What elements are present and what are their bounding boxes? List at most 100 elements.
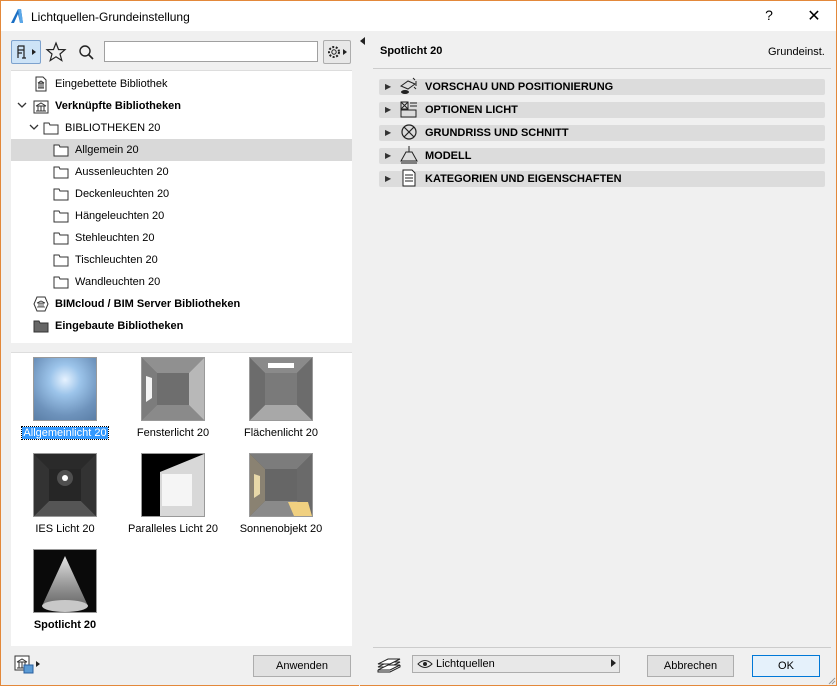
- tree-item-label: Eingebaute Bibliotheken: [55, 320, 184, 332]
- section-floor-plan-section[interactable]: ▶ GRUNDRISS UND SCHNITT: [379, 124, 825, 141]
- categories-properties-icon: [402, 169, 416, 187]
- library-tree-icon: [17, 45, 36, 59]
- thumbnail-image: [249, 357, 313, 421]
- library-view-button[interactable]: [11, 40, 41, 64]
- section-label: OPTIONEN LICHT: [425, 104, 518, 116]
- chevron-down-icon[interactable]: [29, 122, 39, 132]
- close-button[interactable]: ✕: [804, 6, 824, 26]
- thumbnail-label: Allgemeinlicht 20: [21, 426, 109, 440]
- thumbnail-image: [141, 453, 205, 517]
- section-categories-properties[interactable]: ▶ KATEGORIEN UND EIGENSCHAFTEN: [379, 169, 825, 187]
- floor-plan-section-icon: [401, 124, 417, 140]
- selected-object-title: Spotlicht 20: [380, 45, 443, 57]
- tree-item-label: Eingebettete Bibliothek: [55, 78, 168, 90]
- tree-item-tischleuchten-20[interactable]: Tischleuchten 20: [11, 249, 352, 271]
- tree-item-deckenleuchten-20[interactable]: Deckenleuchten 20: [11, 183, 352, 205]
- tree-item-label: Allgemein 20: [75, 144, 139, 156]
- tree-item-label: BIBLIOTHEKEN 20: [65, 122, 161, 134]
- library-toolbar: [11, 40, 352, 65]
- folder-icon: [53, 166, 69, 179]
- folder-icon: [53, 210, 69, 223]
- thumbnail-image: [33, 357, 97, 421]
- search-icon: [79, 45, 94, 60]
- thumbnail-image: [33, 549, 97, 613]
- tree-item-label: Wandleuchten 20: [75, 276, 161, 288]
- section-label: VORSCHAU UND POSITIONIERUNG: [425, 81, 614, 93]
- thumbnail-label: Flächenlicht 20: [244, 427, 318, 439]
- tree-item-haengeleuchten-20[interactable]: Hängeleuchten 20: [11, 205, 352, 227]
- folder-icon: [53, 276, 69, 289]
- tree-item-linked-libraries[interactable]: Verknüpfte Bibliotheken: [11, 95, 352, 117]
- tree-item-label: Deckenleuchten 20: [75, 188, 170, 200]
- ok-button[interactable]: OK: [752, 655, 820, 677]
- thumbnail-image: [141, 357, 205, 421]
- tree-item-allgemein-20[interactable]: Allgemein 20: [11, 139, 352, 161]
- tree-item-bimcloud[interactable]: BIMcloud / BIM Server Bibliotheken: [11, 293, 352, 315]
- tree-item-bibliotheken-20[interactable]: BIBLIOTHEKEN 20: [11, 117, 352, 139]
- section-light-options[interactable]: ▶ OPTIONEN LICHT: [379, 101, 825, 118]
- expand-arrow-icon: ▶: [385, 128, 392, 137]
- default-settings-label: Grundeinst.: [768, 46, 825, 58]
- preview-positioning-icon: [399, 77, 417, 94]
- expand-arrow-icon: ▶: [385, 174, 392, 183]
- chevron-down-icon[interactable]: [17, 100, 27, 110]
- library-tree: Eingebettete Bibliothek Verknüpfte Bibli…: [11, 70, 352, 343]
- folder-icon: [53, 144, 69, 157]
- dropdown-arrow-icon: [611, 659, 616, 669]
- cancel-button[interactable]: Abbrechen: [647, 655, 734, 677]
- section-preview-positioning[interactable]: ▶ VORSCHAU UND POSITIONIERUNG: [379, 77, 825, 95]
- title-bar: Lichtquellen-Grundeinstellung ? ✕: [1, 1, 836, 31]
- section-label: MODELL: [425, 150, 472, 162]
- folder-icon: [53, 254, 69, 267]
- folder-icon: [43, 122, 59, 135]
- expand-arrow-icon: ▶: [385, 105, 392, 114]
- folder-dark-icon: [33, 320, 49, 333]
- right-footer-divider: [373, 647, 831, 648]
- right-header-divider: [373, 68, 831, 69]
- tree-item-stehleuchten-20[interactable]: Stehleuchten 20: [11, 227, 352, 249]
- light-options-icon: [400, 101, 417, 118]
- window-title: Lichtquellen-Grundeinstellung: [31, 10, 190, 24]
- thumbnail-label: IES Licht 20: [35, 523, 95, 535]
- thumbnail-image: [249, 453, 313, 517]
- layer-select[interactable]: Lichtquellen: [412, 655, 620, 673]
- tree-item-aussenleuchten-20[interactable]: Aussenleuchten 20: [11, 161, 352, 183]
- tree-item-label: Aussenleuchten 20: [75, 166, 169, 178]
- help-button[interactable]: ?: [759, 7, 779, 27]
- apply-button[interactable]: Anwenden: [253, 655, 351, 677]
- tree-item-label: Tischleuchten 20: [75, 254, 158, 266]
- tree-item-embedded-library[interactable]: Eingebettete Bibliothek: [11, 73, 352, 95]
- section-label: GRUNDRISS UND SCHNITT: [425, 127, 569, 139]
- eye-icon: [417, 660, 433, 668]
- expand-arrow-icon: ▶: [385, 151, 392, 160]
- layer-select-value: Lichtquellen: [436, 658, 495, 670]
- library-manager-icon: [14, 655, 40, 674]
- favorites-button[interactable]: [45, 40, 67, 64]
- resize-grip-icon[interactable]: [826, 675, 836, 685]
- library-settings-button[interactable]: [323, 40, 351, 64]
- embedded-library-icon: [35, 76, 47, 92]
- tree-item-label: Stehleuchten 20: [75, 232, 155, 244]
- tree-item-label: Verknüpfte Bibliotheken: [55, 100, 181, 112]
- thumbnail-label: Spotlicht 20: [33, 619, 97, 631]
- tree-item-label: Hängeleuchten 20: [75, 210, 165, 222]
- archicad-app-icon: [11, 9, 23, 23]
- star-icon: [45, 41, 67, 62]
- tree-item-wandleuchten-20[interactable]: Wandleuchten 20: [11, 271, 352, 293]
- panel-divider: [359, 31, 360, 686]
- model-lamp-icon: [400, 146, 418, 164]
- collapse-left-panel-icon[interactable]: [360, 37, 366, 47]
- tree-item-label: BIMcloud / BIM Server Bibliotheken: [55, 298, 241, 310]
- bimcloud-icon: [33, 296, 49, 312]
- library-manager-button[interactable]: [13, 653, 43, 675]
- panel-splitter[interactable]: [11, 343, 352, 353]
- linked-libraries-icon: [33, 100, 49, 114]
- layers-icon: [377, 658, 401, 673]
- thumbnail-label: Fensterlicht 20: [136, 427, 210, 439]
- thumbnail-label: Sonnenobjekt 20: [239, 523, 323, 535]
- section-model[interactable]: ▶ MODELL: [379, 146, 825, 164]
- tree-item-builtin-libraries[interactable]: Eingebaute Bibliotheken: [11, 315, 352, 337]
- search-button[interactable]: [75, 40, 97, 64]
- search-input[interactable]: [104, 41, 318, 62]
- thumbnail-grid: Allgemeinlicht 20 Fensterlicht 20 Fläche…: [11, 353, 352, 646]
